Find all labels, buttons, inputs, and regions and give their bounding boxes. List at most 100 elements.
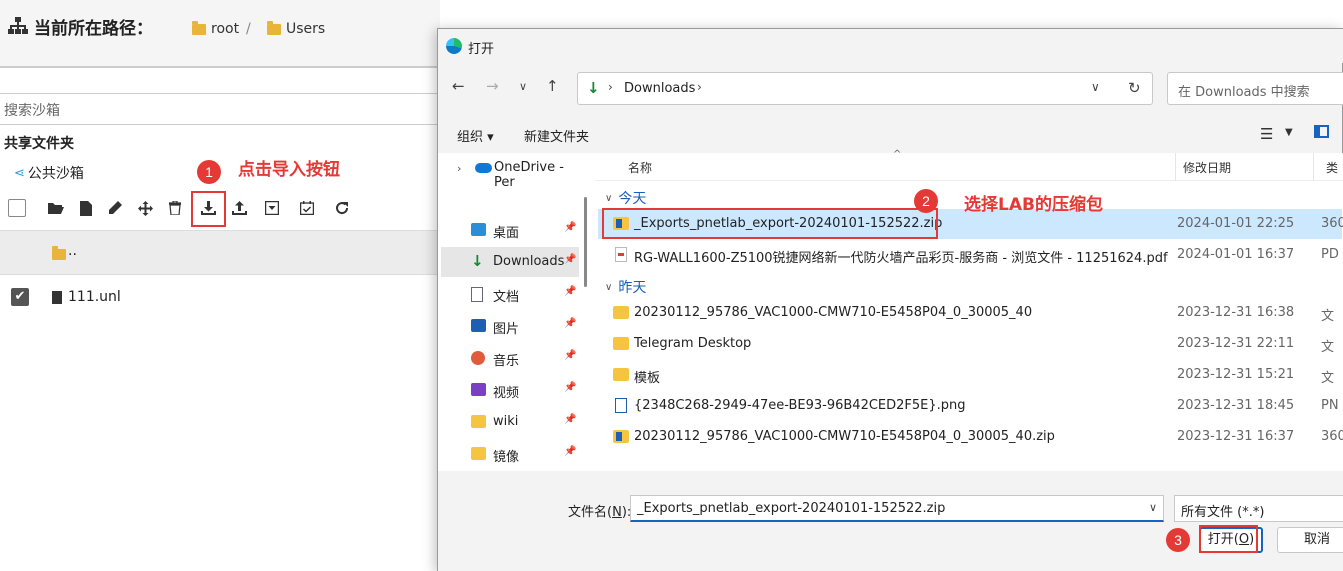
file-date: 2024-01-01 22:25 (1177, 216, 1295, 231)
breadcrumb-root[interactable]: root (192, 20, 240, 37)
preview-pane-icon[interactable] (1314, 125, 1329, 138)
calendar-check-icon (300, 201, 314, 215)
folder-icon (471, 447, 486, 460)
download-box-button[interactable] (262, 198, 282, 218)
nav-scrollbar[interactable] (584, 197, 587, 287)
nav-item-pictures[interactable]: 图片 📌 (441, 311, 579, 341)
dialog-footer: 文件名(N): _Exports_pnetlab_export-20240101… (438, 471, 1343, 571)
nav-item-wiki[interactable]: wiki 📌 (441, 407, 579, 437)
filename-label: 文件名(N): (568, 505, 632, 520)
sort-up-icon: ^ (893, 149, 902, 160)
column-separator[interactable] (1313, 153, 1314, 181)
folder-icon (267, 20, 281, 35)
download-icon: ↓ (587, 79, 600, 97)
file-row[interactable]: RG-WALL1600-Z5100锐捷网络新一代防火墙产品彩页-服务商 - 浏览… (598, 240, 1342, 270)
address-location[interactable]: Downloads (624, 81, 695, 96)
move-button[interactable] (135, 198, 155, 218)
file-list-scrollbar[interactable] (595, 460, 1343, 471)
nav-item-downloads[interactable]: ↓ Downloads 📌 (441, 247, 579, 277)
column-separator[interactable] (1175, 153, 1176, 181)
organize-menu[interactable]: 组织 ▾ (457, 126, 494, 145)
nav-item-mirror[interactable]: 镜像 📌 (441, 439, 579, 469)
refresh-icon[interactable]: ↻ (1128, 79, 1141, 97)
chevron-right-icon[interactable]: › (457, 162, 461, 175)
select-all-checkbox[interactable] (8, 199, 26, 217)
recent-chevron-icon[interactable]: ∨ (519, 80, 527, 93)
step2-badge: 2 (914, 189, 938, 213)
documents-icon (471, 287, 483, 302)
edge-browser-icon (446, 38, 462, 54)
new-folder-button[interactable]: 新建文件夹 (524, 126, 589, 145)
breadcrumb-users[interactable]: Users (267, 20, 326, 37)
chevron-down-icon[interactable]: ∨ (1149, 501, 1157, 514)
folder-icon (613, 306, 629, 319)
file-row[interactable]: {2348C268-2949-47ee-BE93-96B42CED2F5E}.p… (598, 391, 1342, 421)
nav-label: 音乐 (493, 354, 520, 369)
address-bar[interactable]: ↓ › Downloads › ∨ ↻ (577, 72, 1153, 105)
dialog-titlebar: 打开 (438, 29, 1343, 63)
nav-item-desktop[interactable]: 桌面 📌 (441, 215, 579, 245)
cancel-button[interactable]: 取消 (1277, 527, 1343, 553)
nav-item-onedrive[interactable]: › OneDrive - Per (441, 153, 579, 190)
sandbox-search-input[interactable]: 搜索沙箱 (0, 93, 440, 125)
file-checkbox[interactable]: ✔ (11, 288, 29, 306)
public-sandbox-link[interactable]: ⋖ 公共沙箱 (14, 163, 84, 183)
column-date[interactable]: 修改日期 (1183, 159, 1231, 176)
new-file-button[interactable] (76, 198, 96, 218)
delete-button[interactable] (165, 198, 185, 218)
pin-icon: 📌 (564, 446, 577, 457)
view-dropdown-icon[interactable]: ▼ (1285, 127, 1293, 138)
open-folder-button[interactable] (46, 198, 66, 218)
column-type[interactable]: 类 (1326, 159, 1338, 176)
folder-icon (192, 20, 206, 35)
back-arrow-icon[interactable]: ← (452, 77, 465, 95)
nav-label: 桌面 (493, 226, 520, 241)
sitemap-icon (8, 17, 28, 34)
file-row[interactable]: 20230112_95786_VAC1000-CMW710-E5458P04_0… (598, 422, 1343, 452)
videos-icon (471, 383, 486, 396)
dialog-content: › OneDrive - Per 桌面 📌 ↓ Downloads 📌 文档 📌 (438, 149, 1343, 471)
downloads-search-input[interactable]: 在 Downloads 中搜索 (1167, 72, 1343, 105)
file-name: 20230112_95786_VAC1000-CMW710-E5458P04_0… (634, 429, 1055, 444)
download-box-icon (265, 201, 279, 215)
file-icon (80, 200, 92, 216)
parent-folder-row[interactable]: .. (0, 230, 440, 275)
breadcrumb-users-label: Users (286, 21, 326, 37)
nav-item-videos[interactable]: 视频 📌 (441, 375, 579, 405)
file-row[interactable]: Telegram Desktop 2023-12-31 22:11 文 (598, 329, 1342, 359)
view-list-icon[interactable]: ☰ (1260, 125, 1273, 143)
chevron-right-icon[interactable]: › (697, 80, 702, 94)
breadcrumb-separator: / (246, 21, 251, 37)
cloud-icon (475, 163, 492, 173)
nav-item-documents[interactable]: 文档 📌 (441, 279, 579, 309)
breadcrumb-root-label: root (211, 21, 240, 37)
group-yesterday[interactable]: ∨ 昨天 (605, 277, 646, 297)
address-dropdown-icon[interactable]: ∨ (1091, 80, 1100, 94)
calendar-check-button[interactable] (297, 198, 317, 218)
pin-icon: 📌 (564, 414, 577, 425)
file-row[interactable]: 模板 2023-12-31 15:21 文 (598, 360, 1342, 390)
nav-item-music[interactable]: 音乐 📌 (441, 343, 579, 373)
rename-button[interactable] (105, 198, 125, 218)
lab-file-row[interactable]: ✔ 111.unl (0, 282, 440, 312)
file-row[interactable]: 20230112_95786_VAC1000-CMW710-E5458P04_0… (598, 298, 1342, 328)
step1-badge: 1 (197, 160, 221, 184)
refresh-icon (336, 202, 349, 215)
up-arrow-icon[interactable]: ↑ (546, 77, 559, 95)
forward-arrow-icon[interactable]: → (486, 77, 499, 95)
file-date: 2023-12-31 18:45 (1177, 398, 1295, 413)
column-name[interactable]: 名称 (628, 159, 652, 176)
parent-folder-label: .. (68, 243, 77, 259)
filename-input[interactable]: _Exports_pnetlab_export-20240101-152522.… (630, 495, 1164, 522)
file-date: 2024-01-01 16:37 (1177, 247, 1295, 262)
export-button[interactable] (229, 198, 249, 218)
folder-icon (52, 246, 66, 260)
step2-annotation: 选择LAB的压缩包 (964, 195, 1103, 215)
filename-value: _Exports_pnetlab_export-20240101-152522.… (637, 501, 946, 516)
group-today[interactable]: ∨ 今天 (605, 188, 646, 208)
file-name: RG-WALL1600-Z5100锐捷网络新一代防火墙产品彩页-服务商 - 浏览… (634, 251, 1168, 266)
file-type-filter[interactable]: 所有文件 (*.*) (1174, 495, 1343, 522)
step1-annotation: 点击导入按钮 (238, 160, 340, 180)
file-name: {2348C268-2949-47ee-BE93-96B42CED2F5E}.p… (634, 398, 966, 413)
refresh-button[interactable] (332, 198, 352, 218)
